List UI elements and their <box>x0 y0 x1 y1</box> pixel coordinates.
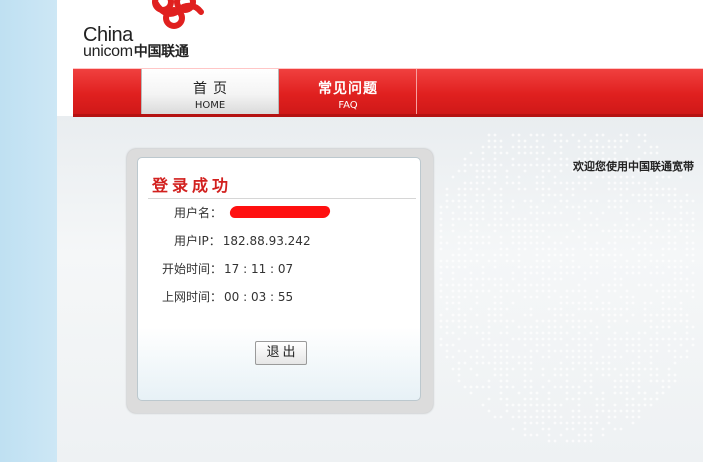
page: China unicom中国联通 首页 HOME 常见问题 FAQ 欢迎您使用中… <box>57 0 703 462</box>
title-divider <box>148 198 416 199</box>
china-unicom-logo[interactable]: China unicom中国联通 <box>83 0 223 60</box>
username-label: 用户名： <box>174 206 223 220</box>
online-time-label: 上网时间： <box>162 290 223 304</box>
online-time-value: 00 : 03 : 55 <box>224 290 294 304</box>
tab-faq-en-label: FAQ <box>338 100 358 111</box>
logo-unicom-text: unicom中国联通 <box>83 41 189 61</box>
row-username: 用户名： <box>174 204 222 221</box>
row-user-ip: 用户IP： 182.88.93.242 <box>174 232 311 249</box>
login-status-panel: 登录成功 用户名： 用户IP： 182.88.93.242 开始时间： 17 : 1… <box>127 149 433 413</box>
user-ip-value: 182.88.93.242 <box>222 234 311 248</box>
login-success-title: 登录成功 <box>152 176 233 195</box>
row-start-time: 开始时间： 17 : 11 : 07 <box>162 260 293 277</box>
username-redaction <box>228 206 332 218</box>
tab-faq[interactable]: 常见问题 FAQ <box>280 69 417 115</box>
main-nav: 首页 HOME 常见问题 FAQ <box>73 68 703 115</box>
left-margin-strip <box>0 0 58 462</box>
china-unicom-knot-icon <box>151 0 204 29</box>
logo-unicom-en: unicom <box>83 43 133 60</box>
world-map-decoration <box>439 133 695 443</box>
row-online-time: 上网时间： 00 : 03 : 55 <box>162 288 293 305</box>
user-ip-label: 用户IP： <box>174 234 221 248</box>
welcome-text: 欢迎您使用中国联通宽带 <box>573 160 694 173</box>
logo-unicom-cn: 中国联通 <box>133 43 189 59</box>
start-time-value: 17 : 11 : 07 <box>224 262 294 276</box>
nav-bottom-border <box>73 114 703 117</box>
tab-faq-cn-label: 常见问题 <box>318 81 378 97</box>
start-time-label: 开始时间： <box>162 262 223 276</box>
login-status-card: 登录成功 用户名： 用户IP： 182.88.93.242 开始时间： 17 : 1… <box>137 157 421 401</box>
logout-button[interactable]: 退出 <box>255 341 307 365</box>
tab-home[interactable]: 首页 HOME <box>141 69 279 115</box>
tab-home-en-label: HOME <box>194 100 226 111</box>
tab-home-cn-label: 首页 <box>193 81 233 97</box>
